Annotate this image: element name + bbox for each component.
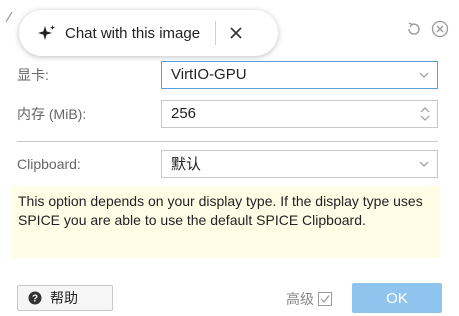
display-value: VirtIO-GPU [171,66,247,83]
header-tools [405,20,449,38]
clipboard-value: 默认 [171,156,202,173]
chat-with-image-pill[interactable]: Chat with this image [19,10,278,56]
memory-stepper[interactable]: 256 [161,99,438,128]
display-label: 显卡: [17,66,49,83]
question-circle-icon: ? [28,291,42,305]
clipboard-select[interactable]: 默认 [161,149,438,178]
ok-button[interactable]: OK [352,283,442,313]
close-circle-icon[interactable] [431,20,449,38]
display-row: 显卡: VirtIO-GPU [17,59,438,90]
memory-value: 256 [171,105,197,122]
chat-label: Chat with this image [65,24,201,42]
checkbox-icon[interactable] [318,292,332,306]
clipboard-label: Clipboard: [17,155,81,172]
pencil-icon [5,11,13,23]
chat-divider [215,21,217,45]
memory-label: 内存 (MiB): [17,105,87,122]
spinner-arrows-icon[interactable] [420,106,430,122]
sparkle-icon [38,25,55,40]
chevron-down-icon [419,161,429,167]
advanced-toggle[interactable]: 高级 [286,289,332,309]
chevron-down-icon [419,72,429,78]
memory-row: 内存 (MiB): 256 [17,98,438,129]
clipboard-row: Clipboard: 默认 [17,148,438,179]
close-icon[interactable] [228,25,244,41]
help-button[interactable]: ? 帮助 [17,285,113,311]
reset-icon[interactable] [405,20,423,38]
display-select[interactable]: VirtIO-GPU [161,60,438,89]
clipboard-info-note: This option depends on your display type… [12,186,440,258]
help-label: 帮助 [50,290,78,306]
svg-text:?: ? [32,294,38,305]
section-divider [17,141,438,142]
hardware-edit-dialog: Chat with this image 显卡: VirtIO-GPU 内存 (… [0,0,459,316]
advanced-label: 高级 [286,291,314,307]
